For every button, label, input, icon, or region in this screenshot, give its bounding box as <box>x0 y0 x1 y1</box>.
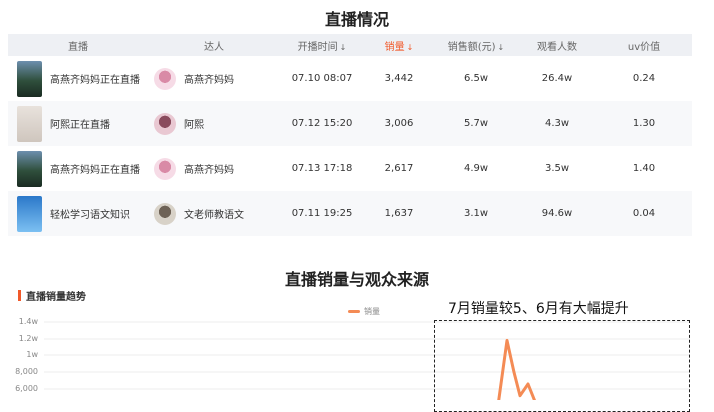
highlight-box <box>434 320 690 412</box>
annotation-text: 7月销量较5、6月有大幅提升 <box>448 301 629 317</box>
